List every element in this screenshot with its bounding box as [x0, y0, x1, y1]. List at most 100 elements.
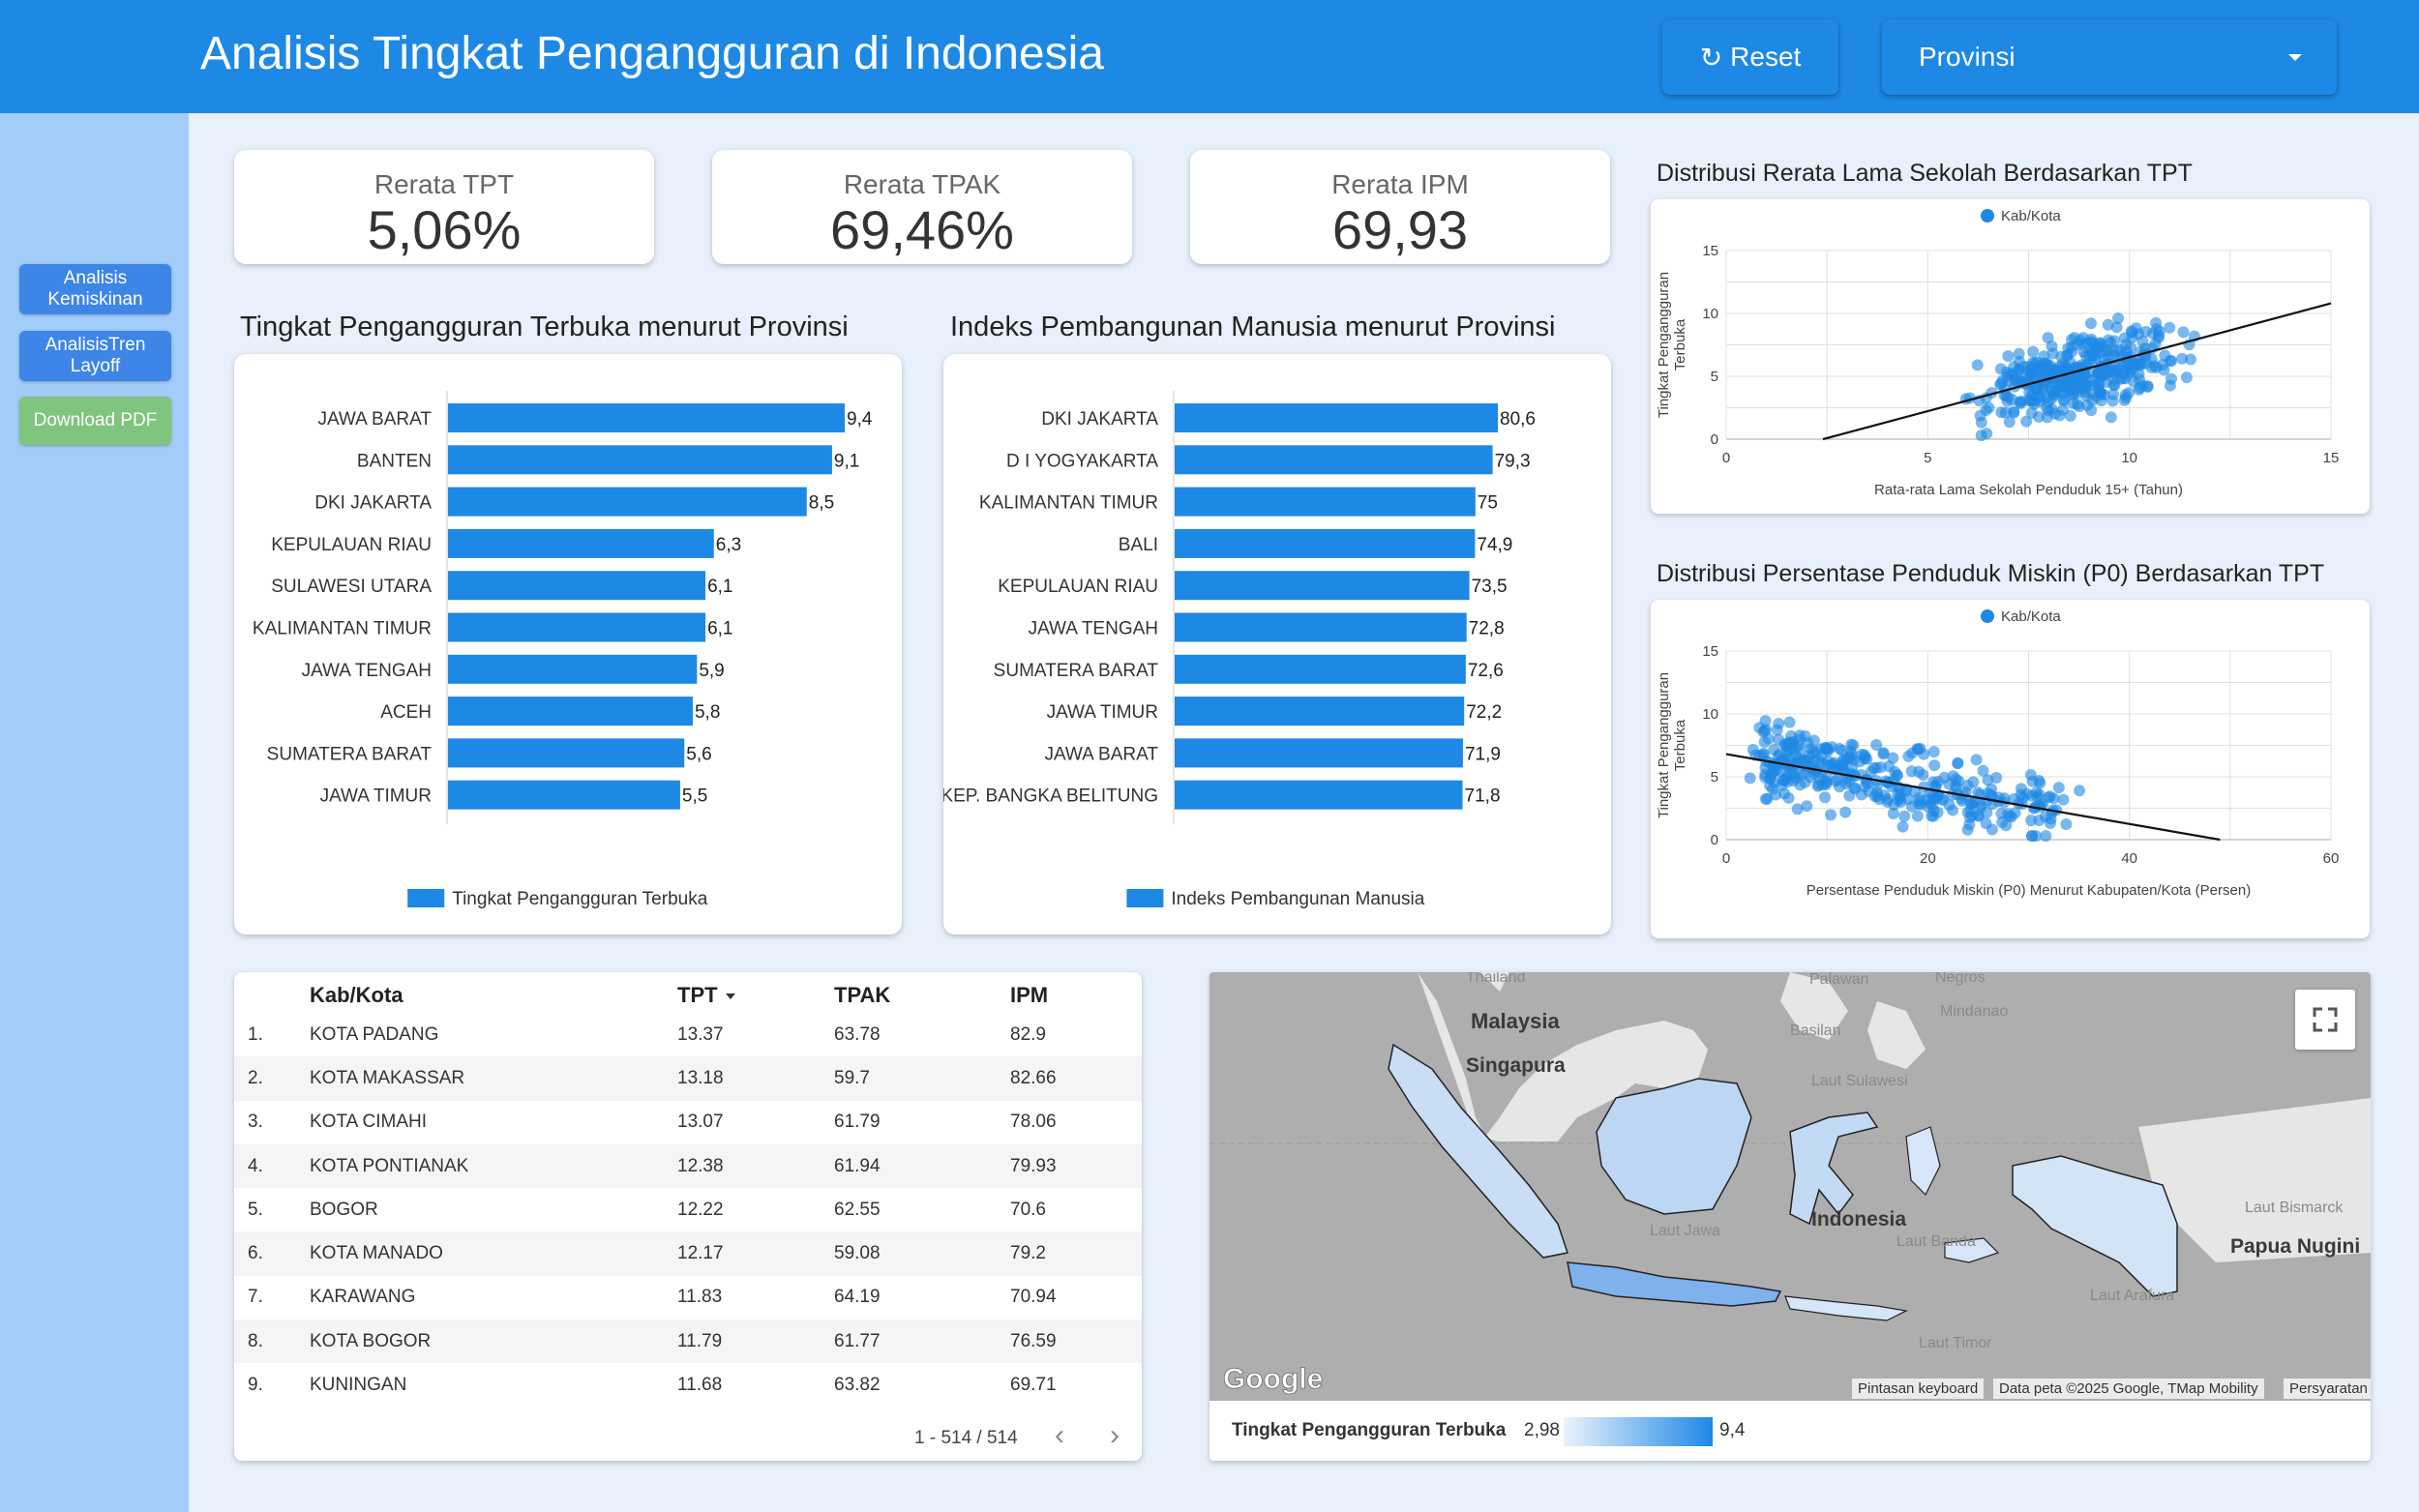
bar[interactable]	[448, 445, 832, 475]
scatter-point[interactable]	[2108, 368, 2121, 380]
keyboard-shortcuts-link[interactable]: Pintasan keyboard	[1852, 1379, 1985, 1399]
scatter-point[interactable]	[2111, 344, 2124, 357]
fullscreen-button[interactable]	[2295, 990, 2355, 1050]
bar[interactable]	[1175, 445, 1493, 475]
scatter-point[interactable]	[2176, 352, 2189, 365]
bar[interactable]	[448, 654, 698, 684]
scatter-point[interactable]	[1927, 776, 1940, 788]
scatter-point[interactable]	[1963, 812, 1976, 824]
scatter-point[interactable]	[2033, 815, 2046, 827]
bar[interactable]	[1175, 697, 1465, 726]
scatter-point[interactable]	[1834, 781, 1846, 793]
bar[interactable]	[1175, 487, 1476, 517]
scatter-point[interactable]	[1757, 748, 1770, 760]
scatter-point[interactable]	[1870, 761, 1883, 774]
scatter-point[interactable]	[1839, 806, 1852, 818]
table-row[interactable]: 2. KOTA MAKASSAR 13.18 59.7 82.66	[234, 1056, 1142, 1101]
analisis-kemiskinan-button[interactable]: Analisis Kemiskinan	[19, 264, 171, 314]
scatter-point[interactable]	[2107, 378, 2120, 391]
bar[interactable]	[448, 697, 693, 726]
scatter-point[interactable]	[1927, 746, 1940, 758]
terms-link[interactable]: Persyaratan	[2284, 1379, 2371, 1399]
scatter-point[interactable]	[2064, 409, 2076, 422]
scatter-point[interactable]	[2025, 394, 2038, 406]
scatter-point[interactable]	[1744, 772, 1756, 785]
scatter-point[interactable]	[1913, 791, 1926, 804]
bar[interactable]	[1175, 403, 1498, 432]
scatter-point[interactable]	[2164, 321, 2176, 334]
scatter-point[interactable]	[2027, 356, 2040, 369]
scatter-point[interactable]	[1761, 792, 1774, 805]
scatter-point[interactable]	[1917, 768, 1929, 781]
scatter-point[interactable]	[1859, 753, 1871, 765]
scatter-point[interactable]	[2084, 317, 2097, 330]
scatter-point[interactable]	[2100, 345, 2112, 358]
scatter-point[interactable]	[1791, 803, 1804, 815]
table-row[interactable]: 1. KOTA PADANG 13.37 63.78 82.9	[234, 1013, 1142, 1057]
table-row[interactable]: 6. KOTA MANADO 12.17 59.08 79.2	[234, 1231, 1142, 1276]
scatter-point[interactable]	[1926, 798, 1939, 811]
scatter-point[interactable]	[2150, 361, 2163, 373]
scatter-point[interactable]	[2094, 387, 2106, 400]
scatter-point[interactable]	[1911, 743, 1924, 756]
scatter-point[interactable]	[1877, 748, 1890, 760]
scatter-point[interactable]	[1990, 771, 2003, 784]
scatter-point[interactable]	[2071, 398, 2083, 410]
bar[interactable]	[1175, 612, 1467, 642]
download-pdf-button[interactable]: Download PDF	[19, 397, 171, 445]
bar[interactable]	[1175, 780, 1463, 810]
scatter-point[interactable]	[1952, 757, 1964, 770]
scatter-point[interactable]	[1986, 823, 1998, 836]
scatter-point[interactable]	[1845, 738, 1858, 751]
bar[interactable]	[448, 612, 706, 642]
scatter-point[interactable]	[1947, 804, 1959, 816]
column-header-tpt[interactable]: TPT	[677, 972, 834, 1013]
scatter-point[interactable]	[1971, 359, 1984, 371]
table-row[interactable]: 7. KARAWANG 11.83 64.19 70.94	[234, 1275, 1142, 1320]
scatter-point[interactable]	[1783, 716, 1796, 728]
scatter-point[interactable]	[1785, 767, 1798, 780]
scatter-point[interactable]	[1894, 789, 1906, 802]
scatter-point[interactable]	[2124, 341, 2136, 354]
scatter-point[interactable]	[2105, 411, 2117, 424]
scatter-point[interactable]	[2060, 817, 2073, 830]
scatter-point[interactable]	[1773, 718, 1785, 730]
table-row[interactable]: 3. KOTA CIMAHI 13.07 61.79 78.06	[234, 1100, 1142, 1144]
bar[interactable]	[1175, 738, 1463, 768]
reset-button[interactable]: ↻ Reset	[1662, 19, 1838, 95]
scatter-point[interactable]	[2026, 368, 2039, 380]
scatter-point[interactable]	[2011, 368, 2023, 380]
scatter-point[interactable]	[2103, 334, 2115, 346]
bar[interactable]	[1175, 571, 1470, 601]
column-header-kabkota[interactable]: Kab/Kota	[310, 972, 677, 1013]
scatter-point[interactable]	[1812, 779, 1825, 791]
scatter-point[interactable]	[2005, 811, 2017, 823]
scatter-point[interactable]	[2033, 410, 2046, 423]
column-header-tpak[interactable]: TPAK	[834, 972, 1010, 1013]
scatter-point[interactable]	[1961, 823, 1974, 836]
bar[interactable]	[448, 528, 714, 558]
table-row[interactable]: 5. BOGOR 12.22 62.55 70.6	[234, 1188, 1142, 1232]
bar[interactable]	[448, 487, 807, 517]
scatter-point[interactable]	[2020, 415, 2033, 428]
next-page-icon[interactable]: ›	[1100, 1419, 1129, 1454]
scatter-point[interactable]	[1970, 754, 1983, 766]
bar[interactable]	[1175, 654, 1466, 684]
scatter-point[interactable]	[1928, 759, 1941, 772]
scatter-point[interactable]	[2002, 350, 2015, 363]
bar[interactable]	[448, 403, 845, 432]
scatter-point[interactable]	[2125, 325, 2137, 338]
scatter-point[interactable]	[2048, 407, 2061, 420]
province-dropdown[interactable]: Provinsi	[1882, 19, 2337, 95]
scatter-point[interactable]	[1819, 791, 1832, 804]
scatter-point[interactable]	[2046, 347, 2059, 360]
scatter-point[interactable]	[2052, 782, 2065, 794]
scatter-point[interactable]	[1787, 735, 1800, 748]
table-row[interactable]: 9. KUNINGAN 11.68 63.82 69.71	[234, 1363, 1142, 1408]
scatter-point[interactable]	[1768, 776, 1780, 788]
scatter-point[interactable]	[2098, 370, 2110, 382]
analisis-tren-layoff-button[interactable]: AnalisisTren Layoff	[19, 331, 171, 381]
bar[interactable]	[448, 738, 685, 768]
scatter-point[interactable]	[2112, 311, 2125, 324]
scatter-point[interactable]	[2180, 371, 2193, 384]
